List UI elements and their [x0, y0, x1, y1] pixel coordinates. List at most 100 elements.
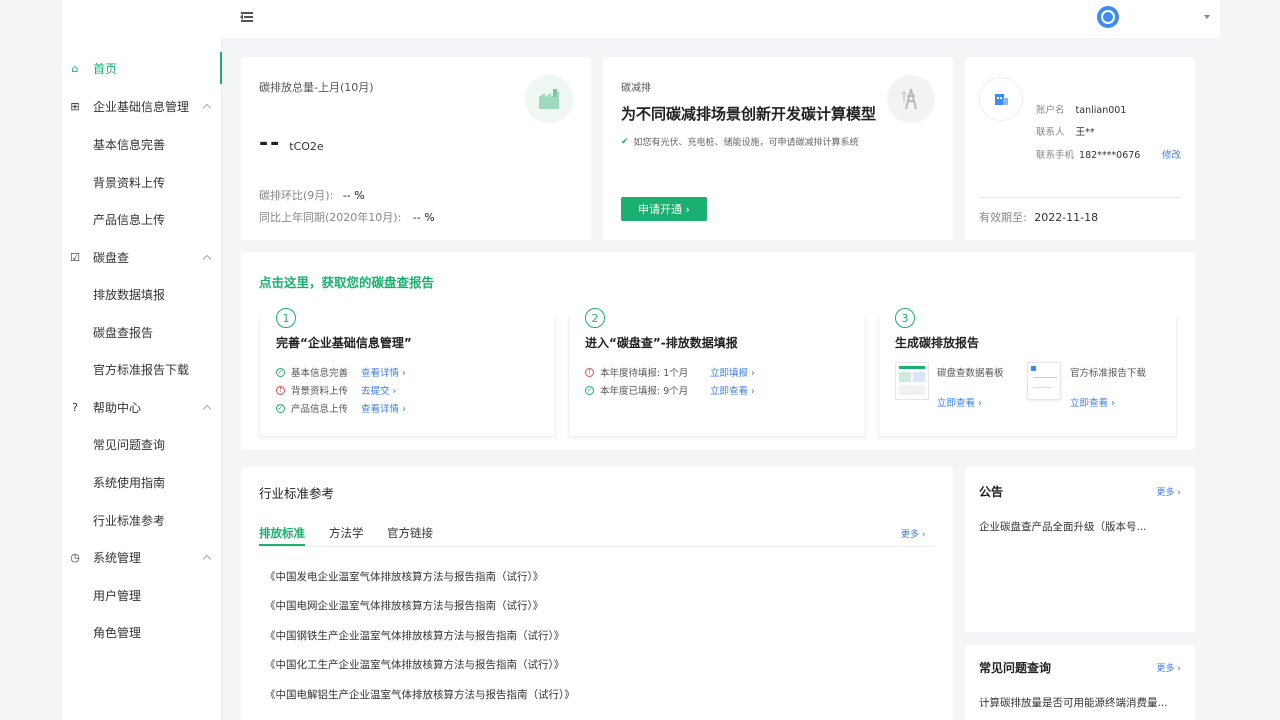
sidebar-item-emission-entry[interactable]: 排放数据填报	[62, 278, 222, 310]
check-circle-icon: ✓	[585, 385, 594, 395]
user-avatar-icon[interactable]	[1097, 6, 1119, 28]
sidebar-item-label: 行业标准参考	[93, 513, 166, 528]
chevron-up-icon	[202, 103, 212, 113]
yoy-label: 同比上年同期(2020年10月):	[259, 211, 402, 224]
factory-icon	[525, 75, 573, 123]
sidebar-item-label: 官方标准报告下载	[93, 362, 190, 377]
sidebar-item-product-upload[interactable]: 产品信息上传	[62, 203, 222, 235]
sidebar-item-role-management[interactable]: 角色管理	[62, 616, 222, 648]
sidebar-item-faq[interactable]: 常见问题查询	[62, 428, 222, 460]
power-tower-icon	[887, 75, 935, 123]
sidebar: ⌂ 首页 ⊞ 企业基础信息管理 基本信息完善 背景资料上传 产品信息上传 ☑ 碳…	[62, 38, 222, 720]
sidebar-item-label: 碳盘查	[93, 250, 130, 265]
notice-item[interactable]: 企业碳盘查产品全面升级（版本号...	[979, 519, 1147, 534]
row-text: 本年度待填报: 1个月	[600, 368, 689, 379]
username: tanlian001	[1075, 105, 1127, 116]
emission-card: 碳排放总量-上月(10月) -- tCO2e 碳排环比(9月): -- % 同比…	[241, 57, 591, 240]
yoy-row: 同比上年同期(2020年10月): -- %	[259, 209, 435, 225]
chevron-down-icon[interactable]	[1204, 15, 1210, 19]
sidebar-item-background-upload[interactable]: 背景资料上传	[62, 166, 222, 198]
faq-item[interactable]: 计算碳排放量是否可用能源终端消费量...	[979, 695, 1168, 710]
view-details-link[interactable]: 查看详情 ›	[361, 365, 406, 379]
fill-now-link[interactable]: 立即填报 ›	[710, 365, 755, 379]
standard-item[interactable]: 《中国电解铝生产企业温室气体排放核算方法与报告指南（试行）》	[265, 687, 575, 702]
reduction-headline: 为不同碳减排场景创新开发碳计算模型	[621, 105, 877, 123]
sidebar-item-home[interactable]: ⌂ 首页	[62, 52, 222, 84]
sidebar-item-carbon-audit[interactable]: ☑ 碳盘查	[62, 241, 222, 273]
reduction-note-row: ✔ 如您有光伏、充电桩、储能设施，可申请碳减排计算系统	[621, 135, 859, 149]
emission-value: --	[259, 131, 282, 156]
sidebar-item-help-center[interactable]: ? 帮助中心	[62, 391, 222, 423]
check-icon: ✔	[621, 136, 629, 147]
emission-value-row: -- tCO2e	[259, 131, 324, 156]
sidebar-item-label: 基本信息完善	[93, 137, 166, 152]
step-1-title: 完善“企业基础信息管理”	[276, 336, 412, 350]
chevron-up-icon	[202, 254, 212, 264]
reduction-note: 如您有光伏、充电桩、储能设施，可申请碳减排计算系统	[633, 138, 859, 148]
step-3-title: 生成碳排放报告	[895, 336, 980, 350]
sidebar-item-label: 常见问题查询	[93, 437, 166, 452]
menu-collapse-icon[interactable]	[240, 10, 254, 24]
chevron-up-icon	[202, 404, 212, 414]
company-avatar	[979, 77, 1023, 121]
sidebar-item-system-admin[interactable]: ◷ 系统管理	[62, 541, 222, 573]
official-report-view-link[interactable]: 立即查看 ›	[1070, 395, 1115, 409]
sidebar-item-official-report[interactable]: 官方标准报告下载	[62, 353, 222, 385]
tab-official-links[interactable]: 官方链接	[387, 525, 433, 541]
standards-title: 行业标准参考	[259, 486, 335, 501]
building-icon	[995, 94, 1008, 105]
view-now-link[interactable]: 立即查看 ›	[710, 383, 755, 397]
emission-title: 碳排放总量-上月(10月)	[259, 81, 374, 94]
reduction-label: 碳减排	[621, 83, 651, 94]
expiry-label: 有效期至:	[979, 211, 1027, 224]
check-circle-icon: ✓	[276, 403, 285, 413]
sidebar-item-label: 帮助中心	[93, 400, 142, 415]
sidebar-item-audit-report[interactable]: 碳盘查报告	[62, 316, 222, 348]
view-details-link[interactable]: 查看详情 ›	[361, 401, 406, 415]
step-1-number: 1	[276, 308, 296, 328]
row-text: 背景资料上传	[291, 386, 349, 397]
phone-label: 联系手机	[1036, 150, 1075, 161]
step-3-number: 3	[895, 308, 915, 328]
sidebar-item-label: 产品信息上传	[93, 212, 166, 227]
sidebar-item-label: 碳盘查报告	[93, 325, 154, 340]
expiry-row: 有效期至: 2022-11-18	[979, 209, 1098, 225]
dashboard-view-link[interactable]: 立即查看 ›	[937, 395, 982, 409]
tab-emission-standards[interactable]: 排放标准	[259, 525, 305, 541]
standard-item[interactable]: 《中国钢铁生产企业温室气体排放核算方法与报告指南（试行）》	[265, 628, 564, 643]
building-icon: ⊞	[70, 99, 80, 113]
faq-more-link[interactable]: 更多 ›	[1157, 661, 1181, 674]
standard-item[interactable]: 《中国电网企业温室气体排放核算方法与报告指南（试行）》	[265, 598, 543, 613]
sidebar-item-label: 排放数据填报	[93, 287, 166, 302]
sidebar-item-industry-standards[interactable]: 行业标准参考	[62, 504, 222, 536]
report-guide-title[interactable]: 点击这里，获取您的碳盘查报告	[259, 272, 434, 291]
yoy-value: -- %	[412, 211, 435, 224]
standard-item[interactable]: 《中国发电企业温室气体排放核算方法与报告指南（试行）》	[265, 569, 543, 584]
standards-more-link[interactable]: 更多 ›	[901, 527, 925, 540]
tab-methodology[interactable]: 方法学	[329, 525, 364, 541]
dashboard-thumbnail[interactable]	[895, 362, 929, 400]
sidebar-item-user-management[interactable]: 用户管理	[62, 579, 222, 611]
sidebar-item-basic-info[interactable]: 基本信息完善	[62, 128, 222, 160]
sidebar-item-label: 系统使用指南	[93, 475, 166, 490]
sidebar-item-user-guide[interactable]: 系统使用指南	[62, 466, 222, 498]
notice-card: 公告 更多 › 企业碳盘查产品全面升级（版本号...	[965, 467, 1195, 632]
standard-item[interactable]: 《中国化工生产企业温室气体排放核算方法与报告指南（试行）》	[265, 657, 564, 672]
sidebar-item-label: 首页	[93, 61, 118, 76]
tab-divider	[259, 546, 935, 547]
row-text: 基本信息完善	[291, 368, 349, 379]
notice-title: 公告	[979, 485, 1004, 499]
sidebar-item-label: 背景资料上传	[93, 175, 166, 190]
notice-more-link[interactable]: 更多 ›	[1157, 485, 1181, 498]
sidebar-item-enterprise-info[interactable]: ⊞ 企业基础信息管理	[62, 90, 222, 122]
report-thumbnail[interactable]	[1027, 362, 1061, 400]
phone-row: 联系手机 182****0676 修改	[1036, 147, 1186, 161]
chevron-up-icon	[202, 554, 212, 564]
settings-icon: ◷	[70, 550, 80, 564]
row-text: 产品信息上传	[291, 404, 349, 415]
edit-link[interactable]: 修改	[1162, 147, 1181, 161]
apply-button[interactable]: 申请开通 ›	[621, 197, 707, 221]
step-2-title: 进入“碳盘查”-排放数据填报	[585, 336, 738, 350]
submit-link[interactable]: 去提交 ›	[361, 383, 396, 397]
sidebar-item-label: 系统管理	[93, 550, 142, 565]
